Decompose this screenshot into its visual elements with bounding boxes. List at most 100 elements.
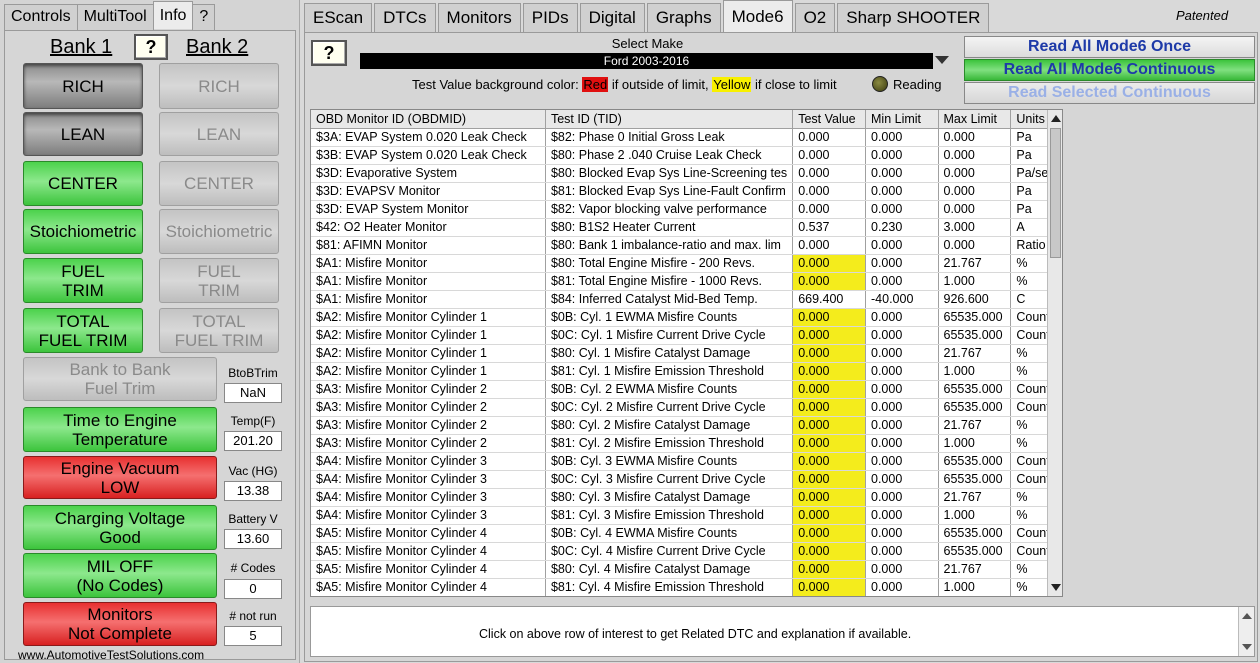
scroll-down-icon[interactable] (1051, 584, 1061, 591)
bank1-heading: Bank 1 (50, 36, 113, 58)
row-test-value: 0.000 (792, 578, 866, 596)
dtc-info-box: Click on above row of interest to get Re… (310, 606, 1255, 657)
info-scroll-up-icon[interactable] (1242, 613, 1252, 619)
table-row[interactable]: $A4: Misfire Monitor Cylinder 3 $80: Cyl.… (311, 488, 1062, 507)
tab-pids[interactable]: PIDs (522, 3, 578, 32)
bank2-total-fuel-trim-button[interactable]: TOTAL FUEL TRIM (159, 308, 279, 353)
tab-monitors[interactable]: Monitors (437, 3, 521, 32)
table-row[interactable]: $3B: EVAP System 0.020 Leak Check $80: Ph… (311, 146, 1062, 165)
row-max-limit: 0.000 (938, 200, 1012, 219)
legend-red: Red (582, 77, 609, 92)
table-row[interactable]: $A5: Misfire Monitor Cylinder 4 $0C: Cyl.… (311, 542, 1062, 561)
select-make-dropdown[interactable]: Ford 2003-2016 (360, 53, 933, 69)
engine-vacuum-button[interactable]: Engine Vacuum LOW (23, 456, 217, 499)
mil-status-button[interactable]: MIL OFF (No Codes) (23, 553, 217, 598)
row-min-limit: 0.000 (865, 380, 939, 399)
row-min-limit: 0.000 (865, 200, 939, 219)
row-obdmid: $3A: EVAP System 0.020 Leak Check (311, 128, 546, 147)
tab-help[interactable]: ? (192, 4, 216, 30)
read-all-continuous-button[interactable]: Read All Mode6 Continuous (964, 59, 1255, 81)
scroll-up-icon[interactable] (1051, 115, 1061, 122)
table-row[interactable]: $42: O2 Heater Monitor $80: B1S2 Heater C… (311, 218, 1062, 237)
table-row[interactable]: $A2: Misfire Monitor Cylinder 1 $0B: Cyl.… (311, 308, 1062, 327)
table-row[interactable]: $A5: Misfire Monitor Cylinder 4 $80: Cyl.… (311, 560, 1062, 579)
help-button[interactable]: ? (134, 34, 168, 60)
tab-graphs[interactable]: Graphs (646, 3, 721, 32)
table-row[interactable]: $A5: Misfire Monitor Cylinder 4 $0B: Cyl.… (311, 524, 1062, 543)
tab-mode6[interactable]: Mode6 (722, 0, 793, 32)
tab-sharp-shooter[interactable]: Sharp SHOOTER (837, 3, 990, 32)
row-obdmid: $A5: Misfire Monitor Cylinder 4 (311, 524, 546, 543)
info-scroll-down-icon[interactable] (1242, 644, 1252, 650)
row-obdmid: $81: AFIMN Monitor (311, 236, 546, 255)
col-obdmid[interactable]: OBD Monitor ID (OBDMID) (311, 110, 546, 129)
table-row[interactable]: $81: AFIMN Monitor $80: Bank 1 imbalance-… (311, 236, 1062, 255)
table-row[interactable]: $A2: Misfire Monitor Cylinder 1 $80: Cyl.… (311, 344, 1062, 363)
tab-digital[interactable]: Digital (579, 3, 645, 32)
table-row[interactable]: $A3: Misfire Monitor Cylinder 2 $80: Cyl.… (311, 416, 1062, 435)
charging-voltage-button[interactable]: Charging Voltage Good (23, 505, 217, 550)
bank1-fuel-trim-button[interactable]: FUEL TRIM (23, 258, 143, 303)
tab-controls[interactable]: Controls (4, 4, 78, 30)
tab-info[interactable]: Info (152, 1, 194, 29)
bank1-center-button[interactable]: CENTER (23, 161, 143, 206)
read-selected-continuous-button[interactable]: Read Selected Continuous (964, 82, 1255, 104)
row-max-limit: 1.000 (938, 506, 1012, 525)
table-row[interactable]: $A4: Misfire Monitor Cylinder 3 $81: Cyl.… (311, 506, 1062, 525)
mode6-help-button[interactable]: ? (311, 40, 347, 66)
select-make-label: Select Make (611, 36, 684, 51)
row-max-limit: 0.000 (938, 182, 1012, 201)
info-text: Click on above row of interest to get Re… (479, 627, 912, 641)
table-row[interactable]: $A3: Misfire Monitor Cylinder 2 $0B: Cyl.… (311, 380, 1062, 399)
tab-o2[interactable]: O2 (794, 3, 836, 32)
tab-dtcs[interactable]: DTCs (374, 3, 436, 32)
table-row[interactable]: $3A: EVAP System 0.020 Leak Check $82: Ph… (311, 128, 1062, 147)
table-row[interactable]: $A1: Misfire Monitor $80: Total Engine Mi… (311, 254, 1062, 273)
read-all-once-button[interactable]: Read All Mode6 Once (964, 36, 1255, 58)
table-row[interactable]: $A4: Misfire Monitor Cylinder 3 $0C: Cyl.… (311, 470, 1062, 489)
website-link[interactable]: www.AutomotiveTestSolutions.com (18, 648, 204, 662)
row-max-limit: 0.000 (938, 128, 1012, 147)
row-tid: $80: B1S2 Heater Current (545, 218, 794, 237)
table-row[interactable]: $3D: Evaporative System $80: Blocked Evap… (311, 164, 1062, 183)
row-min-limit: 0.000 (865, 272, 939, 291)
table-row[interactable]: $3D: EVAP System Monitor $82: Vapor block… (311, 200, 1062, 219)
bank1-total-fuel-trim-button[interactable]: TOTAL FUEL TRIM (23, 308, 143, 353)
table-row[interactable]: $A3: Misfire Monitor Cylinder 2 $81: Cyl.… (311, 434, 1062, 453)
table-row[interactable]: $A1: Misfire Monitor $84: Inferred Cataly… (311, 290, 1062, 309)
col-test-value[interactable]: Test Value (792, 110, 866, 129)
tab-multitool[interactable]: MultiTool (76, 4, 154, 30)
row-max-limit: 65535.000 (938, 542, 1012, 561)
bank2-rich-button[interactable]: RICH (159, 63, 279, 109)
row-test-value: 0.000 (792, 254, 866, 273)
bank2-lean-button[interactable]: LEAN (159, 112, 279, 156)
patented-label: Patented (1176, 8, 1229, 23)
chevron-down-icon[interactable] (935, 56, 949, 64)
table-row[interactable]: $A2: Misfire Monitor Cylinder 1 $81: Cyl.… (311, 362, 1062, 381)
bank2-stoichiometric-button[interactable]: Stoichiometric (159, 209, 279, 254)
legend-suffix: if close to limit (755, 77, 837, 92)
bank-to-bank-fuel-trim-button[interactable]: Bank to Bank Fuel Trim (23, 357, 217, 401)
bank2-center-button[interactable]: CENTER (159, 161, 279, 206)
table-scrollbar[interactable] (1047, 110, 1062, 596)
bank1-lean-button[interactable]: LEAN (23, 112, 143, 156)
table-row[interactable]: $3D: EVAPSV Monitor $81: Blocked Evap Sys… (311, 182, 1062, 201)
table-row[interactable]: $A5: Misfire Monitor Cylinder 4 $81: Cyl.… (311, 578, 1062, 596)
time-to-engine-temperature-button[interactable]: Time to Engine Temperature (23, 407, 217, 452)
scrollbar-thumb[interactable] (1050, 128, 1061, 258)
table-row[interactable]: $A1: Misfire Monitor $81: Total Engine Mi… (311, 272, 1062, 291)
col-tid[interactable]: Test ID (TID) (545, 110, 794, 129)
bank1-stoichiometric-button[interactable]: Stoichiometric (23, 209, 143, 254)
table-row[interactable]: $A3: Misfire Monitor Cylinder 2 $0C: Cyl.… (311, 398, 1062, 417)
col-min-limit[interactable]: Min Limit (865, 110, 939, 129)
row-obdmid: $A5: Misfire Monitor Cylinder 4 (311, 578, 546, 596)
table-row[interactable]: $A2: Misfire Monitor Cylinder 1 $0C: Cyl.… (311, 326, 1062, 345)
tab-escan[interactable]: EScan (304, 3, 373, 32)
monitors-status-button[interactable]: Monitors Not Complete (23, 602, 217, 646)
table-row[interactable]: $A4: Misfire Monitor Cylinder 3 $0B: Cyl.… (311, 452, 1062, 471)
bank2-fuel-trim-button[interactable]: FUEL TRIM (159, 258, 279, 303)
row-min-limit: 0.000 (865, 524, 939, 543)
bank1-rich-button[interactable]: RICH (23, 63, 143, 109)
col-max-limit[interactable]: Max Limit (938, 110, 1012, 129)
info-scrollbar[interactable] (1238, 607, 1254, 656)
